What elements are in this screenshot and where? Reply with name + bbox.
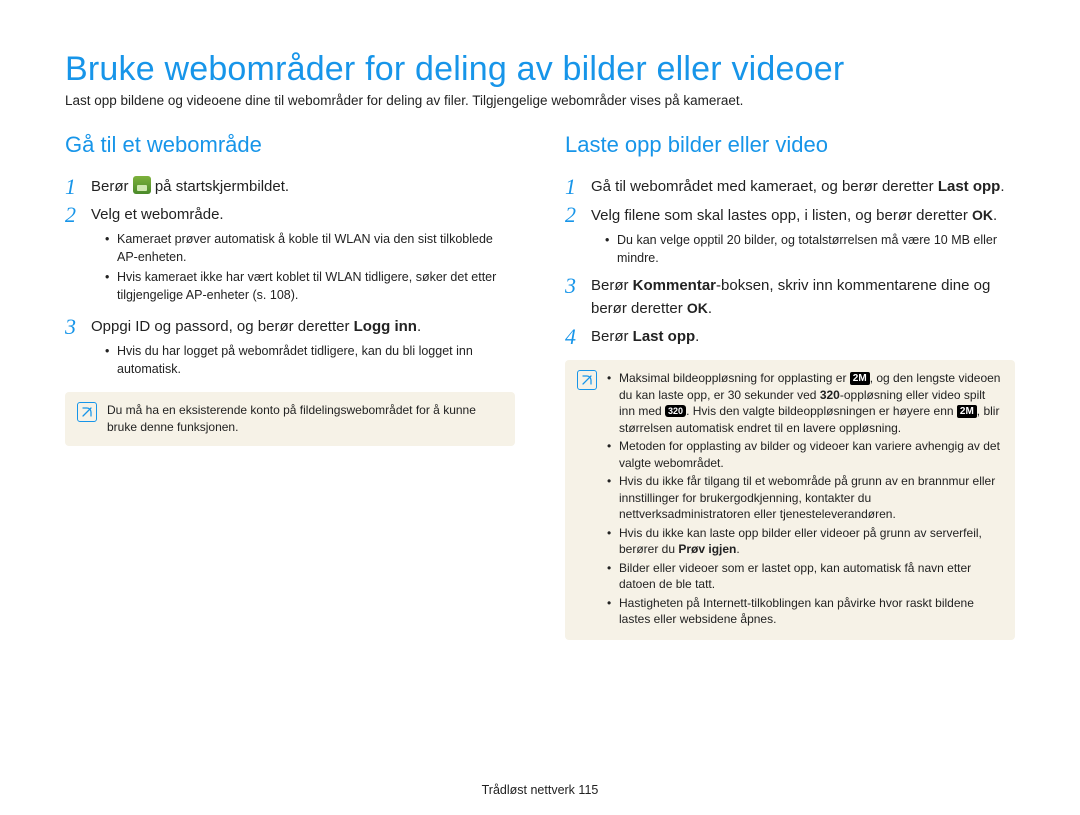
note5: Bilder eller videoer som er lastet opp, … <box>607 560 1003 593</box>
step2-text: Velg et webområde. <box>91 206 224 223</box>
step-number: 3 <box>565 275 591 297</box>
right-note-box: Maksimal bildeoppløsning for opplasting … <box>565 360 1015 640</box>
step-number: 2 <box>565 204 591 226</box>
note1-d: . Hvis den valgte bildeoppløsningen er h… <box>686 404 957 418</box>
right-step-4: 4 Berør Last opp. <box>565 326 1015 348</box>
tag-320-icon: 320 <box>820 387 840 404</box>
r4-a: Berør <box>591 328 633 345</box>
left-step-1: 1 Berør på startskjermbildet. <box>65 176 515 198</box>
note6: Hastigheten på Internett-tilkoblingen ka… <box>607 595 1003 628</box>
info-icon <box>577 370 597 390</box>
left-note-box: Du må ha en eksisterende konto på fildel… <box>65 392 515 446</box>
page-title: Bruke webområder for deling av bilder el… <box>65 50 1015 89</box>
r3-b: Kommentar <box>633 277 716 294</box>
info-icon <box>77 402 97 422</box>
r3-d: . <box>708 300 712 317</box>
tag-320b-icon: 320 <box>665 405 686 417</box>
r1-a: Gå til webområdet med kameraet, og berør… <box>591 178 938 195</box>
step-number: 3 <box>65 316 91 338</box>
tag-2m-icon: 2M <box>850 372 870 385</box>
right-column: Laste opp bilder eller video 1 Gå til we… <box>565 132 1015 640</box>
step1-text-b: på startskjermbildet. <box>151 178 289 195</box>
page-intro: Last opp bildene og videoene dine til we… <box>65 93 1015 108</box>
left-step-2: 2 Velg et webområde. Kameraet prøver aut… <box>65 204 515 306</box>
tag-2m-icon: 2M <box>957 405 977 418</box>
right-step-2: 2 Velg filene som skal lastes opp, i lis… <box>565 204 1015 269</box>
r4-c: . <box>695 328 699 345</box>
r2-a: Velg filene som skal lastes opp, i liste… <box>591 207 972 224</box>
left-heading: Gå til et webområde <box>65 132 515 158</box>
r1-c: . <box>1000 178 1004 195</box>
ok-icon: OK <box>972 204 993 226</box>
right-step-1: 1 Gå til webområdet med kameraet, og ber… <box>565 176 1015 198</box>
r3-a: Berør <box>591 277 633 294</box>
note4-a: Hvis du ikke kan laste opp bilder eller … <box>619 526 982 557</box>
r1-b: Last opp <box>938 178 1001 195</box>
ok-icon: OK <box>687 297 708 319</box>
note4: Hvis du ikke kan laste opp bilder eller … <box>607 525 1003 558</box>
step3-sub1: Hvis du har logget på webområdet tidlige… <box>105 342 515 378</box>
left-step-3: 3 Oppgi ID og passord, og berør deretter… <box>65 316 515 380</box>
step3-text-c: . <box>417 318 421 335</box>
step-number: 4 <box>565 326 591 348</box>
left-column: Gå til et webområde 1 Berør på startskje… <box>65 132 515 640</box>
step-number: 1 <box>565 176 591 198</box>
note1: Maksimal bildeoppløsning for opplasting … <box>607 370 1003 436</box>
r4-b: Last opp <box>633 328 696 345</box>
r2-sub1: Du kan velge opptil 20 bilder, og totals… <box>605 231 1015 267</box>
page-footer: Trådløst nettverk 115 <box>0 783 1080 797</box>
note4-c: . <box>736 542 739 556</box>
step2-sub1: Kameraet prøver automatisk å koble til W… <box>105 230 515 266</box>
note2: Metoden for opplasting av bilder og vide… <box>607 438 1003 471</box>
step-number: 2 <box>65 204 91 226</box>
left-note-text: Du må ha en eksisterende konto på fildel… <box>107 402 503 436</box>
step3-text-a: Oppgi ID og passord, og berør deretter <box>91 318 354 335</box>
note3: Hvis du ikke får tilgang til et webområd… <box>607 473 1003 523</box>
step3-text-b: Logg inn <box>354 318 417 335</box>
footer-page-number: 115 <box>578 783 598 797</box>
note1-a: Maksimal bildeoppløsning for opplasting … <box>619 371 850 385</box>
house-icon <box>133 176 151 194</box>
note4-b: Prøv igjen <box>678 542 736 556</box>
step2-sub2: Hvis kameraet ikke har vært koblet til W… <box>105 268 515 304</box>
right-heading: Laste opp bilder eller video <box>565 132 1015 158</box>
step1-text-a: Berør <box>91 178 133 195</box>
r2-b: . <box>993 207 997 224</box>
step-number: 1 <box>65 176 91 198</box>
right-step-3: 3 Berør Kommentar-boksen, skriv inn komm… <box>565 275 1015 320</box>
footer-section: Trådløst nettverk <box>482 783 579 797</box>
